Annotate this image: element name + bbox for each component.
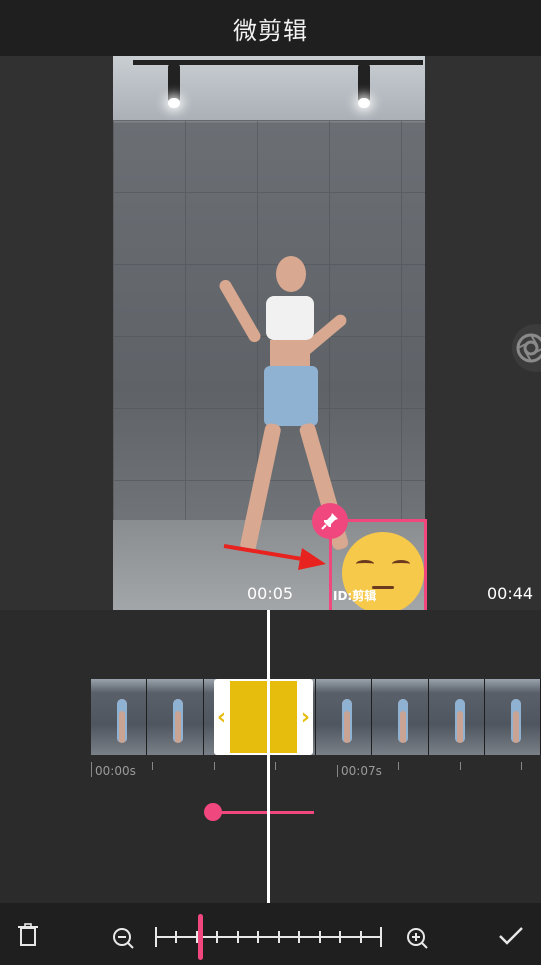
zoom-in-icon <box>407 928 428 949</box>
delete-button[interactable] <box>14 920 42 950</box>
pin-track[interactable] <box>212 811 314 814</box>
zoom-tick <box>318 931 321 943</box>
zoom-tick <box>339 931 342 943</box>
app-title: 微剪辑 <box>233 16 308 45</box>
video-lamp <box>358 64 370 108</box>
sticker-frame-right <box>424 519 427 610</box>
ruler-label: 00:00s <box>91 764 136 778</box>
watermark-text: ID:剪辑 <box>333 589 377 603</box>
zoom-out-icon <box>113 928 134 949</box>
total-time: 00:44 <box>487 584 534 603</box>
annotation-arrow <box>223 544 326 570</box>
current-time: 00:05 <box>247 584 294 603</box>
pin-button[interactable] <box>312 503 348 539</box>
zoom-tick <box>359 931 362 943</box>
preview-area <box>0 56 541 610</box>
trash-icon <box>18 923 38 946</box>
pin-track-handle[interactable] <box>204 803 222 821</box>
chevron-right-icon[interactable]: › <box>301 705 310 730</box>
zoom-tick <box>216 931 219 943</box>
zoom-tick <box>257 931 260 943</box>
zoom-tick <box>155 927 157 947</box>
chevron-left-icon[interactable]: ‹ <box>217 705 226 730</box>
zoom-tick <box>298 931 301 943</box>
zoom-tick <box>380 927 382 947</box>
video-lamp <box>168 64 180 108</box>
clip-thumbnail <box>372 679 429 755</box>
check-icon <box>499 927 523 945</box>
playhead[interactable] <box>267 610 270 903</box>
top-bar: 微剪辑 <box>0 0 541 56</box>
sticker-frame-top <box>348 519 426 522</box>
camera-aperture-button[interactable] <box>512 324 541 372</box>
zoom-slider-track[interactable] <box>155 936 382 938</box>
zoom-tick <box>175 931 178 943</box>
timeline-panel <box>0 610 541 903</box>
sticker-range-selector[interactable]: ‹ › <box>214 679 313 755</box>
video-ceiling <box>113 56 425 120</box>
clip-thumbnail <box>428 679 485 755</box>
pin-icon <box>321 513 338 530</box>
zoom-slider-thumb[interactable] <box>198 914 204 960</box>
clip-thumbnail <box>91 679 148 755</box>
confirm-button[interactable] <box>497 922 525 950</box>
clip-thumbnail <box>147 679 204 755</box>
ruler-label: 00:07s <box>337 764 382 778</box>
clip-thumbnail-strip[interactable] <box>91 679 541 755</box>
zoom-tick <box>277 931 280 943</box>
clip-thumbnail <box>316 679 373 755</box>
bottom-toolbar <box>0 903 541 965</box>
zoom-tick <box>236 931 239 943</box>
camera-aperture-icon <box>516 333 541 363</box>
video-preview[interactable] <box>113 56 425 610</box>
time-ruler: 00:00s 00:07s <box>91 762 541 782</box>
zoom-in-button[interactable] <box>405 926 429 950</box>
zoom-out-button[interactable] <box>111 926 135 950</box>
clip-thumbnail <box>484 679 541 755</box>
